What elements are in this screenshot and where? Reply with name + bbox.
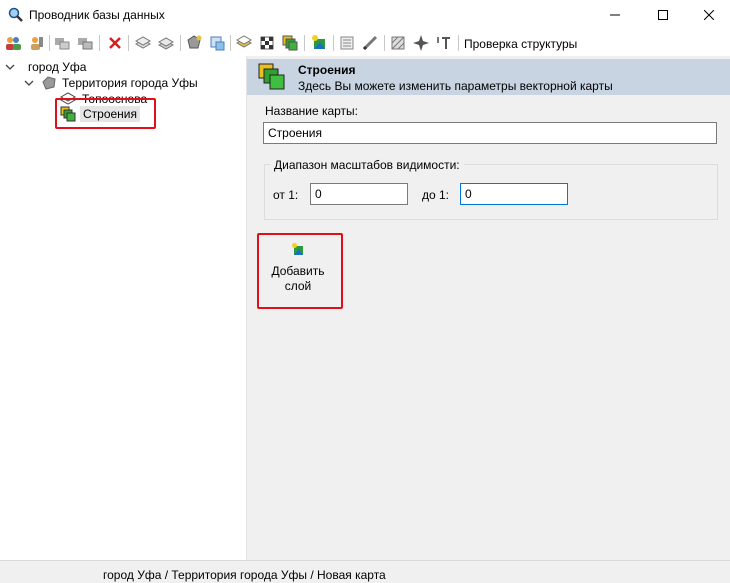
territory-icon <box>42 76 56 90</box>
layer-add-icon[interactable] <box>134 34 152 52</box>
check-structure-button[interactable]: Проверка структуры <box>464 37 577 51</box>
to-scale-label: до 1: <box>422 188 450 202</box>
map-name-field[interactable]: Строения <box>263 122 717 144</box>
highlight-box <box>55 98 156 129</box>
status-path: город Уфа / Территория города Уфы / Нова… <box>103 568 386 582</box>
maximize-button[interactable] <box>640 0 686 30</box>
maximize-icon <box>658 10 668 20</box>
from-scale-field[interactable]: 0 <box>310 183 408 205</box>
minimize-button[interactable] <box>592 0 638 30</box>
database-search-icon <box>8 7 24 23</box>
chevron-down-icon[interactable] <box>4 61 16 73</box>
close-button[interactable] <box>686 0 730 30</box>
window-title: Проводник базы данных <box>29 8 165 22</box>
pencil-icon[interactable] <box>361 34 379 52</box>
chevron-down-icon[interactable] <box>23 77 35 89</box>
style-icon[interactable] <box>235 34 253 52</box>
toolbar: Проверка структуры <box>0 30 730 56</box>
delete-icon[interactable] <box>106 34 124 52</box>
panel-subtitle: Здесь Вы можете изменить параметры векто… <box>298 79 613 93</box>
map-layers-icon[interactable] <box>281 34 299 52</box>
cut-icon[interactable] <box>53 34 71 52</box>
import-icon[interactable] <box>208 34 226 52</box>
scale-range-label: Диапазон масштабов видимости: <box>270 158 464 172</box>
map-name-label: Название карты: <box>265 104 359 118</box>
tree-item-label: город Уфа <box>28 60 87 74</box>
map-settings-icon[interactable] <box>185 34 203 52</box>
list-icon[interactable] <box>338 34 356 52</box>
database-explorer-window: Проводник базы данных Проверка структуры… <box>0 0 730 583</box>
database-tree: город Уфа Территория города Уфы Топоосно… <box>0 56 246 560</box>
close-icon <box>704 10 714 20</box>
paste-icon[interactable] <box>76 34 94 52</box>
highlight-box <box>257 233 343 309</box>
checker-icon[interactable] <box>258 34 276 52</box>
panel-header: Строения Здесь Вы можете изменить параме… <box>247 59 730 95</box>
title-bar: Проводник базы данных <box>0 0 730 30</box>
map-layers-icon <box>258 63 285 90</box>
from-scale-label: от 1: <box>273 188 299 202</box>
add-layer-icon[interactable] <box>310 34 328 52</box>
users-icon[interactable] <box>4 34 22 52</box>
hatch-icon[interactable] <box>389 34 407 52</box>
move-icon[interactable] <box>412 34 430 52</box>
panel-title: Строения <box>298 63 356 77</box>
text-tool-icon[interactable] <box>435 34 453 52</box>
user-key-icon[interactable] <box>27 34 45 52</box>
minimize-icon <box>610 14 620 16</box>
to-scale-field[interactable]: 0 <box>460 183 568 205</box>
layers-icon[interactable] <box>157 34 175 52</box>
tree-item-label: Территория города Уфы <box>62 76 198 90</box>
status-bar: город Уфа / Территория города Уфы / Нова… <box>0 560 730 583</box>
